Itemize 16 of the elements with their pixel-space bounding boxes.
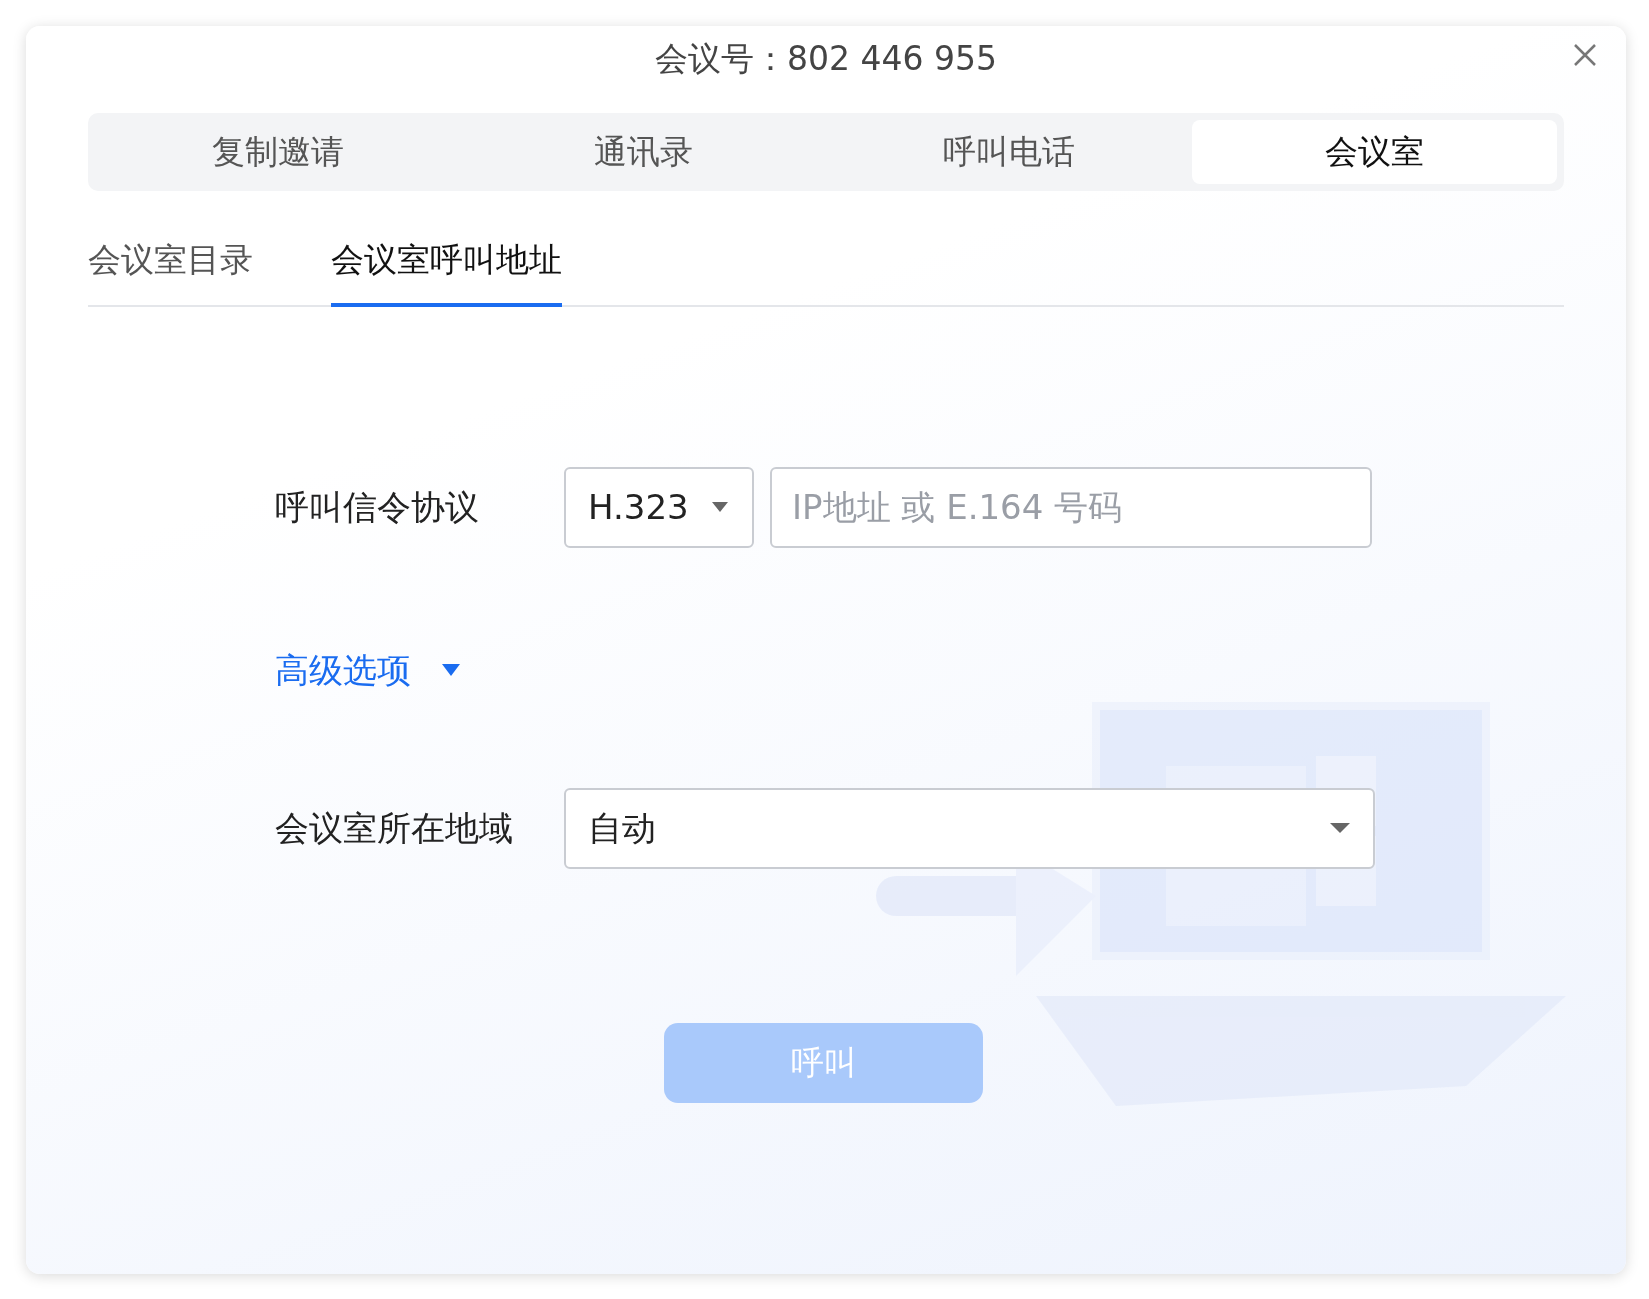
tab[interactable]: 呼叫电话 [826,120,1192,184]
subtab[interactable]: 会议室目录 [88,221,253,307]
tab[interactable]: 通讯录 [460,120,826,184]
window-title: 会议号：802 446 955 [655,38,997,75]
tab[interactable]: 复制邀请 [95,120,461,184]
tab[interactable]: 会议室 [1191,120,1557,184]
subtab[interactable]: 会议室呼叫地址 [331,221,562,307]
advanced-options-toggle[interactable]: 高级选项 [275,644,461,696]
caret-icon [1329,822,1351,834]
region-dropdown[interactable]: 自动 [564,787,1375,869]
caret-icon [710,501,730,513]
address-input-field[interactable]: IP地址 或 E.164 号码 [770,466,1372,548]
field-label: 会议室所在地域 [275,806,514,850]
caret-icon [441,663,461,677]
field-label: 呼叫信令协议 [275,485,480,529]
protocol-dropdown[interactable]: H.323 [564,466,754,548]
